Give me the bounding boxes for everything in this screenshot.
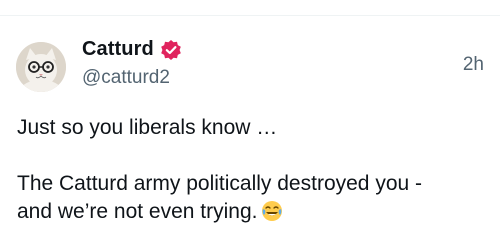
timestamp[interactable]: 2h: [463, 54, 484, 76]
top-divider: [0, 15, 500, 16]
avatar[interactable]: [16, 42, 66, 92]
tweet-line-2: The Catturd army politically destroyed y…: [17, 172, 422, 195]
tweet-line-1: Just so you liberals know …: [17, 116, 278, 139]
cat-avatar-icon: [16, 42, 66, 92]
joy-emoji-icon: [261, 200, 283, 222]
verified-badge-icon: [160, 39, 182, 61]
handle[interactable]: @catturd2: [82, 67, 170, 89]
tweet-text: Just so you liberals know … The Catturd …: [17, 114, 487, 226]
display-name[interactable]: Catturd: [82, 38, 154, 61]
tweet-line-3: and we’re not even trying.: [17, 200, 258, 223]
author-name-row[interactable]: Catturd: [82, 38, 182, 61]
